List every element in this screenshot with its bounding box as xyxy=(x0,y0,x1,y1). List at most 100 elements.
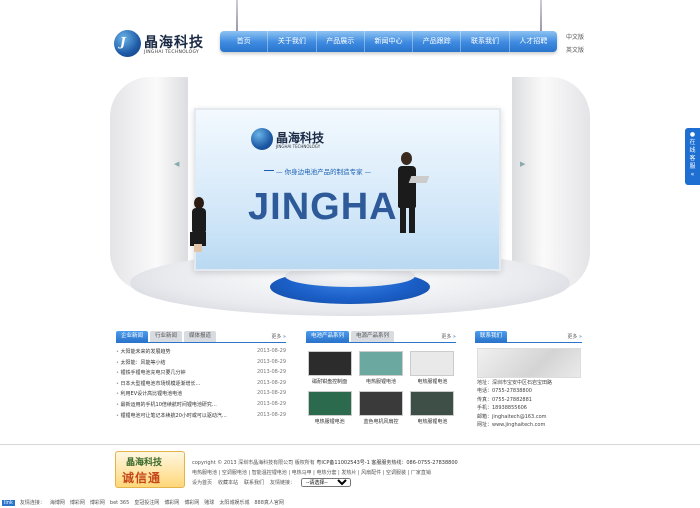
product-caption[interactable]: 电热服锂电池 xyxy=(357,378,404,385)
side-tab-char: 服 xyxy=(689,163,696,170)
news-item[interactable]: 锂铁手锂电池充电只要几分钟 2013-08-29 xyxy=(116,369,286,380)
contact-us-link[interactable]: 联系我们 xyxy=(244,479,264,486)
tab-contact-us[interactable]: 联系我们 xyxy=(475,331,508,342)
news-item[interactable]: 锂锂电池可让笔记本续航20小时或可以驱动汽… 2013-08-29 xyxy=(116,412,286,423)
icp-text[interactable]: 粤ICP备11002543号-1 客服服务热线：086-0755-2783880… xyxy=(316,460,457,466)
news-title[interactable]: 最新运用的手机10倍续航时间锂电池研究… xyxy=(116,401,217,412)
banner-logo-en: JINGHAI TECHNOLOGY xyxy=(276,144,321,149)
nav-item-products[interactable]: 产品展示 xyxy=(315,31,364,52)
friend-link[interactable]: 博彩网 xyxy=(184,499,199,506)
tab-battery-products[interactable]: 电池产品系列 xyxy=(306,331,350,342)
side-tab-char: 客 xyxy=(689,155,696,162)
tab-power-products[interactable]: 电源产品系列 xyxy=(351,331,395,342)
product-card[interactable]: 磁耐钳盘控制面 xyxy=(306,351,353,385)
laptop-icon xyxy=(408,176,430,183)
product-card[interactable]: 电热服锂电池 xyxy=(409,391,456,425)
businessman-figure xyxy=(398,166,416,208)
nav-support-left xyxy=(236,0,238,31)
friend-bar-label: link xyxy=(2,499,15,506)
tab-media-reports[interactable]: 媒体报道 xyxy=(184,331,217,342)
news-item[interactable]: 利用EV设计高比锂电池电池 2013-08-29 xyxy=(116,390,286,401)
product-caption[interactable]: 电热服锂电池 xyxy=(409,418,456,425)
product-caption[interactable]: 磁耐钳盘控制面 xyxy=(306,378,353,385)
site-logo[interactable]: J 晶海科技 JINGHAI TECHNOLOGY xyxy=(114,28,204,60)
businessman-leg xyxy=(409,205,415,233)
product-caption[interactable]: 电热服锂电池 xyxy=(306,418,353,425)
product-card[interactable]: 电热服锂电池 xyxy=(409,351,456,385)
contact-panel: 联系我们 更多 地址：深圳市宝安中区石岩宝田路 电话：0755-27838800… xyxy=(475,331,582,439)
product-thumbnail[interactable] xyxy=(358,391,403,416)
product-card[interactable]: 电热服锂电池 xyxy=(357,351,404,385)
businessman-leg xyxy=(400,205,406,233)
news-date: 2013-08-29 xyxy=(256,390,286,397)
news-date: 2013-08-29 xyxy=(256,411,286,418)
friend-link[interactable]: 太阳城娱乐城 xyxy=(219,499,249,506)
contact-phone: 电话：0755-27838800 xyxy=(477,388,532,395)
friend-links-select[interactable]: --请选择-- xyxy=(301,478,352,487)
friend-link[interactable]: 皇冠投注网 xyxy=(134,499,159,506)
contact-website[interactable]: 网址：www.jinghaitech.com xyxy=(477,421,552,429)
news-date: 2013-08-29 xyxy=(256,348,286,354)
product-caption[interactable]: 蓝色电机风扇控 xyxy=(357,418,404,425)
language-switcher: 中文版 英文版 xyxy=(566,32,606,58)
stage-wall-left xyxy=(110,77,188,292)
product-thumbnail[interactable] xyxy=(410,351,455,376)
product-thumbnail[interactable] xyxy=(307,351,352,376)
news-more-link[interactable]: 更多 xyxy=(271,333,286,340)
products-more-link[interactable]: 更多 xyxy=(441,333,456,340)
friend-link[interactable]: 赌球 xyxy=(204,499,214,506)
product-card[interactable]: 电热服锂电池 xyxy=(306,391,353,425)
news-panel: 企业新闻 行业新闻 媒体报道 更多 大阳能未来的发展趋势 2013-08-29 太… xyxy=(116,331,286,439)
news-title[interactable]: 日本大型锂电池市场规模逐渐增长… xyxy=(116,380,201,391)
news-title[interactable]: 利用EV设计高比锂电池电池 xyxy=(116,390,183,401)
banner-prev-icon[interactable]: ◀ xyxy=(174,160,179,168)
product-thumbnail[interactable] xyxy=(307,391,352,416)
news-item[interactable]: 最新运用的手机10倍续航时间锂电池研究… 2013-08-29 xyxy=(116,401,286,412)
tab-company-news[interactable]: 企业新闻 xyxy=(116,331,149,342)
trust-badge[interactable]: 晶海科技 诚信通 xyxy=(115,451,185,488)
nav-item-news[interactable]: 新闻中心 xyxy=(363,31,412,52)
logo-name-en: JINGHAI TECHNOLOGY xyxy=(144,50,200,55)
friend-link[interactable]: 888真人官网 xyxy=(254,499,284,506)
lang-english-link[interactable]: 英文版 xyxy=(566,45,606,54)
news-item[interactable]: 太阳能：风能等小结 2013-08-29 xyxy=(116,359,286,370)
nav-item-tracking[interactable]: 产品跟踪 xyxy=(412,31,460,52)
nav-item-jobs[interactable]: 人才招聘 xyxy=(508,31,557,52)
news-divider xyxy=(116,342,286,343)
add-favorite-link[interactable]: 收藏本站 xyxy=(218,479,238,486)
news-item[interactable]: 大阳能未来的发展趋势 2013-08-29 xyxy=(116,348,286,359)
news-title[interactable]: 锂铁手锂电池充电只要几分钟 xyxy=(116,369,186,380)
logo-mark-icon: J xyxy=(114,30,141,57)
lang-chinese-link[interactable]: 中文版 xyxy=(566,32,606,41)
set-homepage-link[interactable]: 设为首页 xyxy=(192,479,212,486)
nav-item-about[interactable]: 关于我们 xyxy=(267,31,315,52)
badge-brand: 晶海科技 xyxy=(126,458,163,468)
friend-link[interactable]: 博彩网 xyxy=(164,499,179,506)
banner-next-icon[interactable]: ▶ xyxy=(520,160,525,168)
friend-links-bar: link 友情连接： 海博网 博彩网 博彩网 bet 365 皇冠投注网 博彩网… xyxy=(0,497,700,508)
product-thumbnail[interactable] xyxy=(410,391,455,416)
friend-link[interactable]: 博彩网 xyxy=(90,499,105,506)
friend-link[interactable]: bet 365 xyxy=(110,500,129,506)
product-thumbnail[interactable] xyxy=(358,351,403,376)
news-date: 2013-08-29 xyxy=(256,358,286,365)
news-title[interactable]: 锂锂电池可让笔记本续航20小时或可以驱动汽… xyxy=(116,412,227,423)
businesswoman-leg xyxy=(194,244,202,252)
friend-link[interactable]: 海博网 xyxy=(50,499,65,506)
logo-name-cn: 晶海科技 xyxy=(144,35,204,51)
product-caption[interactable]: 电热服锂电池 xyxy=(409,378,456,385)
nav-item-home[interactable]: 首页 xyxy=(220,31,267,52)
nav-item-contact[interactable]: 联系我们 xyxy=(460,31,508,52)
friend-link[interactable]: 博彩网 xyxy=(70,499,85,506)
product-card[interactable]: 蓝色电机风扇控 xyxy=(357,391,404,425)
contact-email[interactable]: 邮箱：jinghaitech@163.com xyxy=(477,413,552,421)
news-item[interactable]: 日本大型锂电池市场规模逐渐增长… 2013-08-29 xyxy=(116,380,286,391)
news-title[interactable]: 大阳能未来的发展趋势 xyxy=(116,348,171,359)
tab-industry-news[interactable]: 行业新闻 xyxy=(150,331,183,342)
contact-more-link[interactable]: 更多 xyxy=(567,333,582,340)
businessman-figure-head xyxy=(401,152,412,165)
banner-logo-icon xyxy=(251,128,273,150)
online-service-tab[interactable]: ● 在 线 客 服 « xyxy=(685,128,700,185)
banner-slogan: — 你身边电池产品的制造专家 — xyxy=(263,168,372,176)
news-title[interactable]: 太阳能：风能等小结 xyxy=(116,359,166,370)
